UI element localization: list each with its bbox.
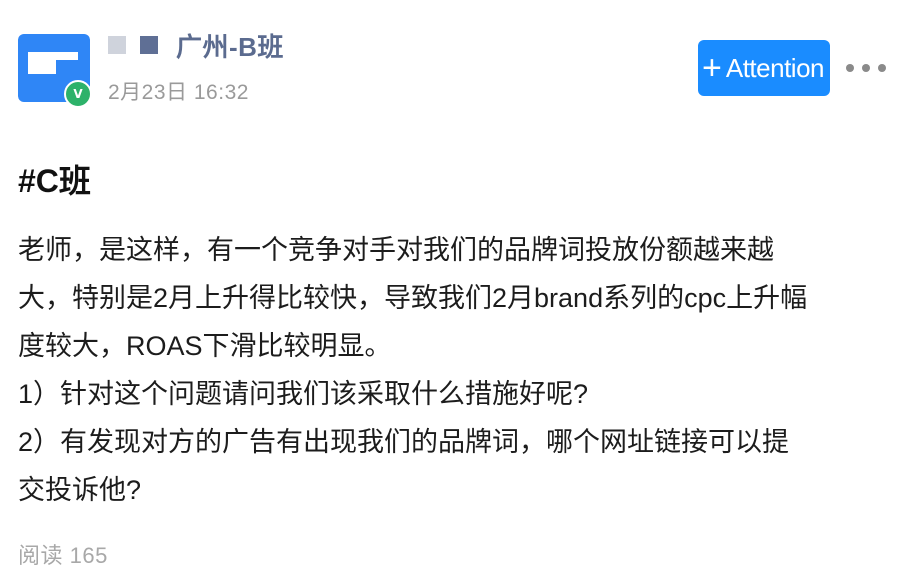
topic-tag[interactable]: #C班: [18, 156, 91, 202]
follow-button-label: Attention: [725, 52, 825, 83]
post-text-line: 老师，是这样，有一个竞争对手对我们的品牌词投放份额越来越: [18, 235, 774, 265]
follow-button[interactable]: + Attention: [698, 40, 830, 96]
post-text-line: 交投诉他?: [18, 475, 142, 505]
name-mosaic: [108, 36, 172, 54]
dot: [846, 64, 854, 72]
mosaic-block: [108, 36, 126, 54]
post-text-line: 2）有发现对方的广告有出现我们的品牌词，哪个网址链接可以提: [18, 427, 790, 457]
dot: [878, 64, 886, 72]
post-time: 2月23日 16:32: [108, 81, 249, 104]
post-text-line: 度较大，ROAS下滑比较明显。: [18, 331, 392, 361]
more-horizontal-icon[interactable]: [846, 56, 886, 80]
plus-icon: +: [702, 49, 722, 87]
mosaic-block: [140, 36, 158, 54]
verified-badge-icon: V: [64, 80, 92, 108]
post-body: 老师，是这样，有一个竞争对手对我们的品牌词投放份额越来越 大，特别是2月上升得比…: [18, 226, 894, 514]
dot: [862, 64, 870, 72]
post-text-line: 1）针对这个问题请问我们该采取什么措施好呢?: [18, 379, 589, 409]
post-text-line: 大，特别是2月上升得比较快，导致我们2月brand系列的cpc上升幅: [18, 283, 808, 313]
author-name[interactable]: 广州-B班: [176, 27, 284, 64]
author-row: 广州-B班: [108, 28, 284, 62]
read-count: 阅读 165: [18, 543, 108, 568]
avatar-container[interactable]: V: [18, 32, 92, 108]
